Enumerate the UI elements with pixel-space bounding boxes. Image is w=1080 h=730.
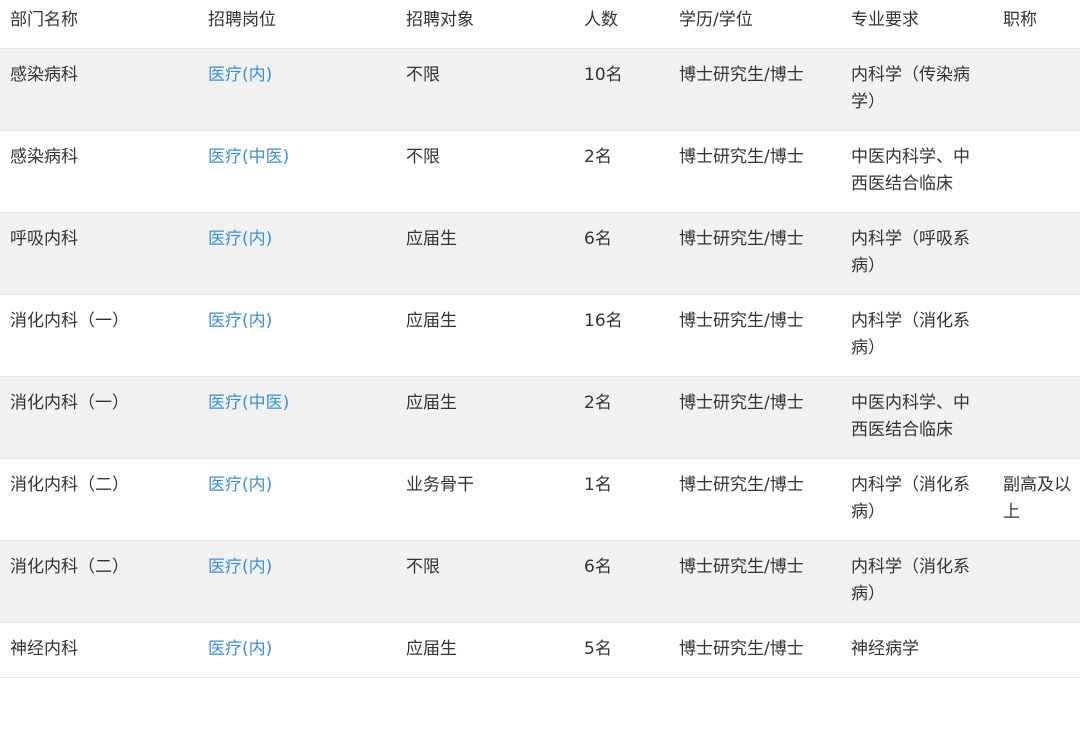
cell-count: 2名 bbox=[574, 130, 669, 213]
table-row: 神经内科 医疗(内) 应届生 5名 博士研究生/博士 神经病学 bbox=[0, 622, 1080, 678]
cell-title bbox=[993, 48, 1080, 131]
cell-department: 神经内科 bbox=[0, 622, 198, 678]
cell-degree: 博士研究生/博士 bbox=[669, 48, 841, 131]
cell-major: 中医内科学、中西医结合临床 bbox=[841, 376, 993, 459]
table-row: 感染病科 医疗(中医) 不限 2名 博士研究生/博士 中医内科学、中西医结合临床 bbox=[0, 130, 1080, 213]
table-row: 消化内科（二） 医疗(内) 业务骨干 1名 博士研究生/博士 内科学（消化系病）… bbox=[0, 458, 1080, 541]
table-row: 消化内科（一） 医疗(内) 应届生 16名 博士研究生/博士 内科学（消化系病） bbox=[0, 294, 1080, 377]
cell-degree: 博士研究生/博士 bbox=[669, 294, 841, 377]
cell-count: 1名 bbox=[574, 458, 669, 541]
header-department: 部门名称 bbox=[0, 0, 198, 49]
cell-title bbox=[993, 294, 1080, 377]
cell-major: 内科学（呼吸系病） bbox=[841, 212, 993, 295]
cell-degree: 博士研究生/博士 bbox=[669, 540, 841, 623]
cell-target: 应届生 bbox=[396, 376, 574, 459]
cell-degree: 博士研究生/博士 bbox=[669, 458, 841, 541]
cell-position-link[interactable]: 医疗(中医) bbox=[198, 130, 396, 213]
cell-target: 不限 bbox=[396, 540, 574, 623]
cell-count: 5名 bbox=[574, 622, 669, 678]
cell-department: 消化内科（二） bbox=[0, 458, 198, 541]
cell-major: 内科学（消化系病） bbox=[841, 540, 993, 623]
cell-department: 消化内科（二） bbox=[0, 540, 198, 623]
cell-degree: 博士研究生/博士 bbox=[669, 130, 841, 213]
cell-major: 内科学（消化系病） bbox=[841, 458, 993, 541]
cell-target: 应届生 bbox=[396, 212, 574, 295]
header-major: 专业要求 bbox=[841, 0, 993, 49]
table-body: 感染病科 医疗(内) 不限 10名 博士研究生/博士 内科学（传染病学） 感染病… bbox=[0, 48, 1080, 678]
cell-count: 16名 bbox=[574, 294, 669, 377]
cell-target: 应届生 bbox=[396, 294, 574, 377]
cell-position-link[interactable]: 医疗(中医) bbox=[198, 376, 396, 459]
cell-count: 10名 bbox=[574, 48, 669, 131]
cell-count: 6名 bbox=[574, 212, 669, 295]
cell-major: 内科学（消化系病） bbox=[841, 294, 993, 377]
cell-target: 应届生 bbox=[396, 622, 574, 678]
header-target: 招聘对象 bbox=[396, 0, 574, 49]
cell-position-link[interactable]: 医疗(内) bbox=[198, 540, 396, 623]
cell-title bbox=[993, 540, 1080, 623]
cell-position-link[interactable]: 医疗(内) bbox=[198, 458, 396, 541]
cell-position-link[interactable]: 医疗(内) bbox=[198, 212, 396, 295]
cell-major: 内科学（传染病学） bbox=[841, 48, 993, 131]
cell-major: 神经病学 bbox=[841, 622, 993, 678]
header-degree: 学历/学位 bbox=[669, 0, 841, 49]
table-row: 感染病科 医疗(内) 不限 10名 博士研究生/博士 内科学（传染病学） bbox=[0, 48, 1080, 131]
cell-title bbox=[993, 130, 1080, 213]
cell-degree: 博士研究生/博士 bbox=[669, 622, 841, 678]
table-row: 消化内科（一） 医疗(中医) 应届生 2名 博士研究生/博士 中医内科学、中西医… bbox=[0, 376, 1080, 459]
cell-department: 感染病科 bbox=[0, 48, 198, 131]
recruitment-table: 部门名称 招聘岗位 招聘对象 人数 学历/学位 专业要求 职称 感染病科 医疗(… bbox=[0, 0, 1080, 678]
cell-target: 不限 bbox=[396, 48, 574, 131]
cell-target: 不限 bbox=[396, 130, 574, 213]
cell-title: 副高及以上 bbox=[993, 458, 1080, 541]
cell-department: 消化内科（一） bbox=[0, 376, 198, 459]
cell-major: 中医内科学、中西医结合临床 bbox=[841, 130, 993, 213]
cell-title bbox=[993, 212, 1080, 295]
table-header: 部门名称 招聘岗位 招聘对象 人数 学历/学位 专业要求 职称 bbox=[0, 0, 1080, 49]
header-title: 职称 bbox=[993, 0, 1080, 49]
table-row: 呼吸内科 医疗(内) 应届生 6名 博士研究生/博士 内科学（呼吸系病） bbox=[0, 212, 1080, 295]
cell-degree: 博士研究生/博士 bbox=[669, 376, 841, 459]
cell-department: 呼吸内科 bbox=[0, 212, 198, 295]
header-row: 部门名称 招聘岗位 招聘对象 人数 学历/学位 专业要求 职称 bbox=[0, 0, 1080, 49]
cell-position-link[interactable]: 医疗(内) bbox=[198, 48, 396, 131]
cell-count: 2名 bbox=[574, 376, 669, 459]
cell-position-link[interactable]: 医疗(内) bbox=[198, 622, 396, 678]
cell-degree: 博士研究生/博士 bbox=[669, 212, 841, 295]
cell-title bbox=[993, 622, 1080, 678]
table-row: 消化内科（二） 医疗(内) 不限 6名 博士研究生/博士 内科学（消化系病） bbox=[0, 540, 1080, 623]
header-count: 人数 bbox=[574, 0, 669, 49]
cell-position-link[interactable]: 医疗(内) bbox=[198, 294, 396, 377]
cell-department: 消化内科（一） bbox=[0, 294, 198, 377]
cell-title bbox=[993, 376, 1080, 459]
cell-count: 6名 bbox=[574, 540, 669, 623]
cell-target: 业务骨干 bbox=[396, 458, 574, 541]
header-position: 招聘岗位 bbox=[198, 0, 396, 49]
cell-department: 感染病科 bbox=[0, 130, 198, 213]
